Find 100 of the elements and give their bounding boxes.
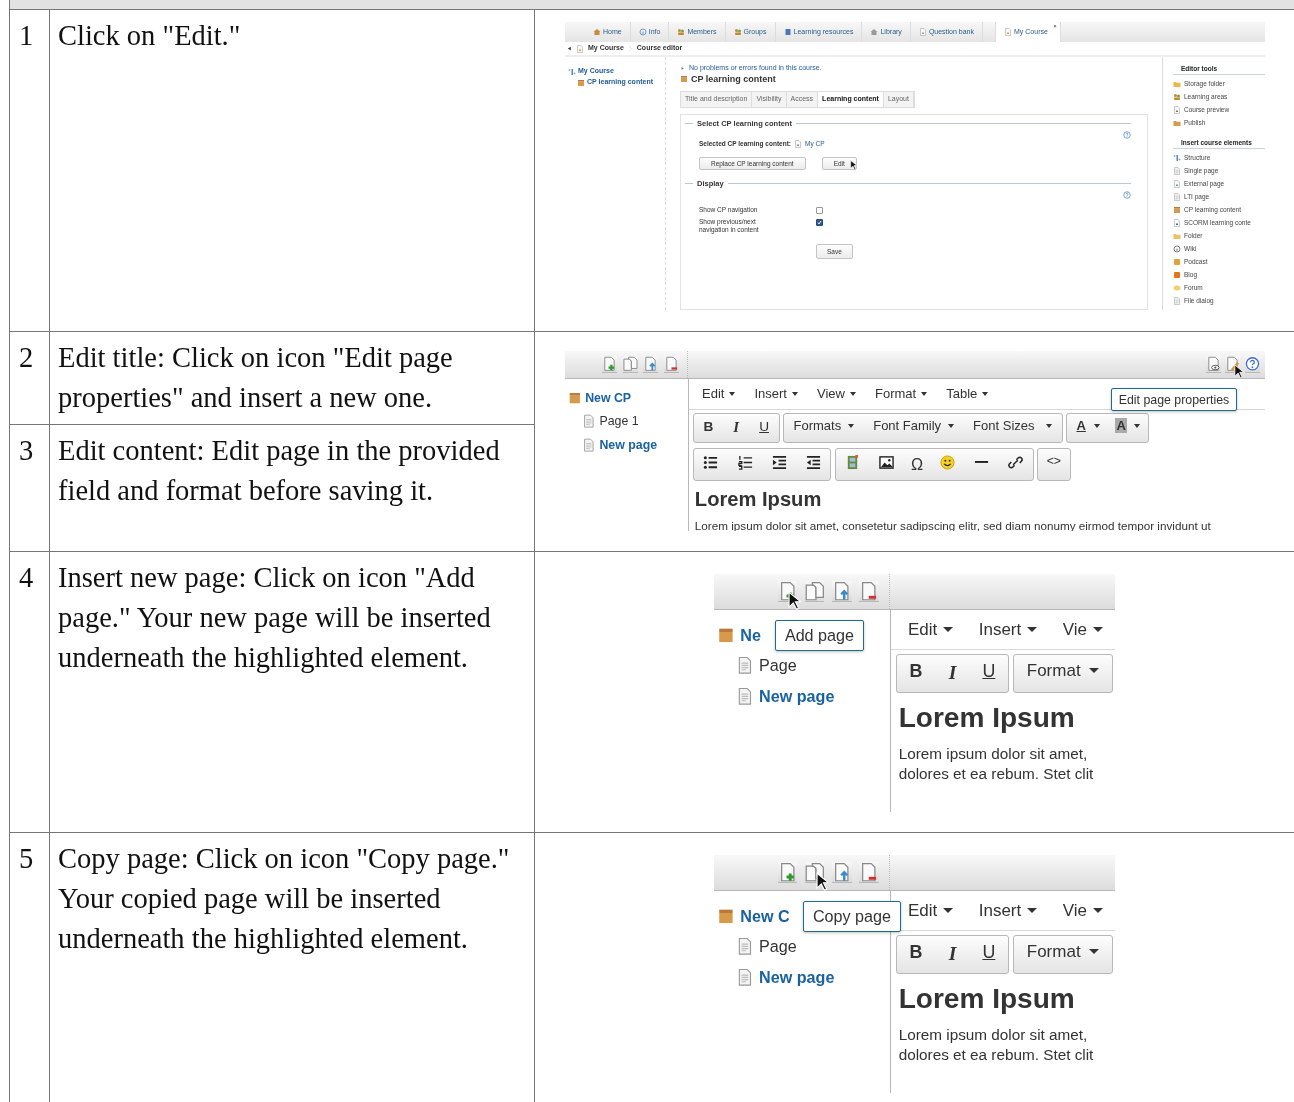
tree-item[interactable]: New CP	[585, 390, 632, 405]
italic-button[interactable]: I	[934, 654, 970, 692]
step-number: 5	[10, 833, 50, 1102]
caret-icon	[943, 627, 954, 633]
underline-button[interactable]: U	[749, 413, 779, 440]
help-icon	[1123, 130, 1131, 139]
content-heading: Lorem Ipsum	[898, 982, 1076, 1015]
menu-item[interactable]: Edit	[702, 386, 735, 402]
tree-item[interactable]: Ne	[740, 625, 761, 645]
paragraph-text: Lorem ipsum dolor sit amet,	[898, 743, 1089, 764]
bold-button[interactable]: B	[897, 654, 935, 689]
caret-icon	[947, 423, 954, 428]
bold-button[interactable]: B	[897, 935, 935, 970]
tree-item[interactable]: Page 1	[599, 414, 639, 429]
speech-bubble-icon	[1173, 283, 1181, 292]
caret-icon	[1092, 627, 1103, 633]
menu-item[interactable]: Vie	[1062, 900, 1103, 921]
triangle-icon	[680, 65, 685, 71]
style-dropdown[interactable]: Format	[1014, 654, 1112, 688]
italic-button[interactable]: I	[934, 935, 970, 973]
info-icon	[638, 28, 647, 36]
tree-item[interactable]: New page	[759, 686, 835, 706]
page-icon	[736, 656, 754, 675]
caret-icon	[943, 908, 954, 914]
book-icon	[783, 28, 792, 36]
menu-item[interactable]: Format	[875, 386, 927, 402]
package-icon	[577, 78, 585, 87]
folder-icon	[1173, 231, 1181, 240]
text-color-button[interactable]: A	[1067, 413, 1108, 439]
paragraph-text: Lorem ipsum dolor sit amet, consetetur sadipscing elitr, sed diam nonumy eirmod tempor invidunt ut	[694, 517, 1212, 531]
caret-icon	[847, 423, 854, 428]
italic-button[interactable]: I	[722, 413, 750, 442]
tree-item[interactable]: Page	[759, 937, 797, 957]
page-icon	[736, 967, 754, 987]
indent-icon	[771, 454, 787, 470]
step-number: 4	[10, 552, 50, 832]
menu-item[interactable]: Insert	[978, 619, 1038, 640]
tree-item[interactable]: New C	[740, 906, 790, 926]
film-icon	[845, 454, 861, 470]
caret-icon	[791, 391, 798, 396]
package-icon	[680, 75, 688, 84]
caret-icon	[1027, 908, 1038, 914]
help-icon	[1123, 190, 1131, 199]
checkbox[interactable]	[816, 206, 823, 214]
page-icon	[736, 686, 754, 706]
menu-item[interactable]: View	[817, 386, 856, 402]
step-text: Copy page: Click on icon "Copy page." Your copied page will be inserted underneath the highlighted element.	[50, 833, 535, 1102]
menu-item[interactable]: Edit	[908, 900, 954, 921]
smiley-icon	[940, 454, 956, 470]
page-icon	[581, 414, 596, 429]
package-icon	[567, 390, 582, 405]
special-character-button[interactable]: Ω	[903, 449, 931, 480]
mouse-pointer-icon	[815, 871, 829, 892]
step-number: 1	[10, 10, 50, 331]
page-icon	[1173, 296, 1181, 305]
menu-item[interactable]: Insert	[978, 900, 1038, 921]
underline-button[interactable]: U	[969, 654, 1008, 689]
paragraph-text: Lorem ipsum dolor sit amet,	[898, 1024, 1089, 1045]
step-number: 3	[10, 425, 50, 551]
structure-icon	[568, 67, 576, 76]
caret-icon	[1027, 627, 1038, 633]
paragraph-text: dolores et ea rebum. Stet clit	[898, 1045, 1095, 1066]
tooltip: Copy page	[803, 901, 901, 932]
tree-item[interactable]: Page	[759, 656, 797, 676]
step-text: Edit title: Click on icon "Edit page properties" and insert a new one.	[50, 332, 535, 425]
underline-button[interactable]: U	[969, 935, 1008, 970]
font-family-dropdown[interactable]: Font Family	[863, 413, 964, 439]
font-size-dropdown[interactable]: Font Sizes	[963, 413, 1063, 439]
bullet-list-icon	[703, 454, 719, 470]
bold-button[interactable]: B	[693, 413, 723, 440]
mouse-pointer-icon	[788, 590, 802, 611]
back-icon	[567, 45, 572, 52]
style-dropdown[interactable]: Format	[1014, 935, 1112, 969]
checkbox[interactable]	[816, 219, 823, 226]
page-icon	[1173, 166, 1181, 175]
page-icon	[581, 437, 596, 452]
people-icon	[677, 28, 686, 36]
menu-item[interactable]: Edit	[908, 619, 954, 640]
chevron-icon	[627, 45, 633, 52]
page-icon	[1173, 179, 1181, 188]
structure-icon	[1173, 153, 1181, 162]
menu-item[interactable]: Insert	[754, 386, 798, 402]
caret-icon	[981, 391, 988, 396]
people-icon	[733, 28, 742, 36]
style-dropdown[interactable]: Formats	[783, 413, 864, 439]
menu-item[interactable]: Vie	[1062, 619, 1103, 640]
caret-icon	[1092, 908, 1103, 914]
caret-icon	[1089, 949, 1100, 955]
step-number: 2	[10, 332, 50, 425]
page-icon	[1173, 192, 1181, 201]
step-text: Edit content: Edit page in the provided field and format before saving it.	[50, 425, 535, 551]
menu-item[interactable]: Table	[946, 386, 988, 402]
source-code-button[interactable]: <>	[1038, 449, 1070, 473]
background-color-button[interactable]: A	[1107, 413, 1148, 439]
tree-item[interactable]: New page	[599, 437, 658, 452]
tooltip: Add page	[775, 620, 864, 651]
tree-item[interactable]: New page	[759, 967, 835, 987]
paragraph-text: dolores et ea rebum. Stet clit	[898, 764, 1095, 785]
course-icon	[576, 44, 584, 53]
tooltip: Edit page properties	[1110, 388, 1237, 412]
